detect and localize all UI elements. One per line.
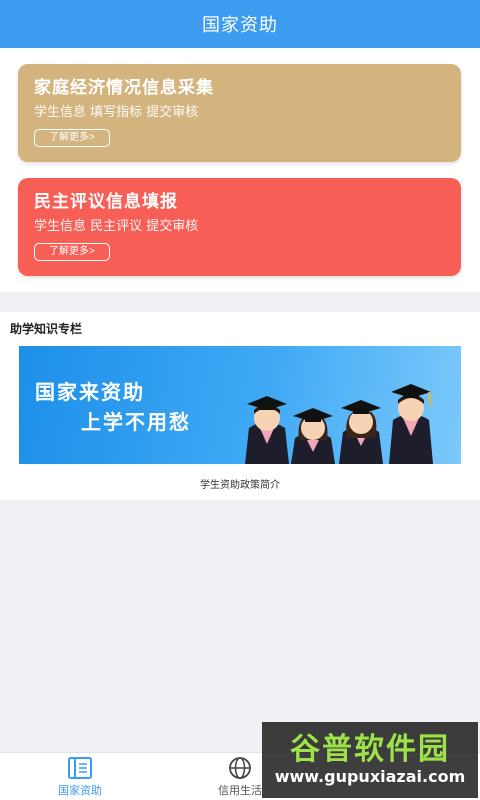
banner-caption[interactable]: 学生资助政策简介 [0,476,480,491]
section-title: 助学知识专栏 [10,322,83,336]
card-democratic-review[interactable]: 民主评议信息填报 学生信息 民主评议 提交审核 了解更多> [18,178,461,276]
card-subtitle: 学生信息 填写指标 提交审核 [34,105,199,120]
cards-section: 家庭经济情况信息采集 学生信息 填写指标 提交审核 了解更多> 民主评议信息填报… [0,48,480,292]
tab-label: 国家资助 [58,783,102,797]
page-title: 国家资助 [202,15,278,36]
card-family-economy[interactable]: 家庭经济情况信息采集 学生信息 填写指标 提交审核 了解更多> [18,64,461,162]
app-header: 国家资助 [0,0,480,48]
tab-label: 信用生活 [218,783,262,797]
graduates-illustration [245,384,433,464]
promo-banner[interactable]: 国家来资助 上学不用愁 [19,346,461,464]
knowledge-section: 助学知识专栏 国家来资助 上学不用愁 学生资助政策简介 [0,312,480,500]
book-icon [68,756,92,779]
card-title: 民主评议信息填报 [34,192,178,212]
globe-icon [229,756,251,779]
site-watermark: 谷普软件园 www.gupuxiazai.com [262,722,478,798]
watermark-url: www.gupuxiazai.com [274,767,466,786]
banner-headline-1: 国家来资助 [35,380,145,404]
learn-more-button[interactable]: 了解更多> [34,129,110,147]
tab-national-aid[interactable]: 国家资助 [0,753,160,800]
card-title: 家庭经济情况信息采集 [34,78,214,98]
watermark-logo-text: 谷普软件园 [290,732,450,767]
banner-headline-2: 上学不用愁 [81,410,191,434]
learn-more-button[interactable]: 了解更多> [34,243,110,261]
card-subtitle: 学生信息 民主评议 提交审核 [34,219,199,234]
